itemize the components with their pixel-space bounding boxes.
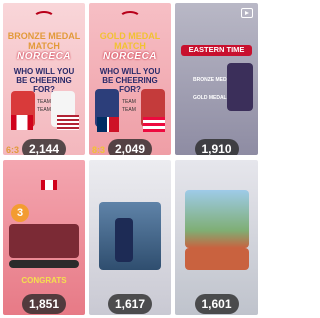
canada-flag bbox=[41, 180, 57, 190]
view-count: 1,851 bbox=[22, 294, 66, 314]
score-bar bbox=[9, 260, 79, 268]
team-label: TEAM bbox=[37, 99, 51, 105]
canada-flag bbox=[11, 115, 33, 130]
post-tile-1[interactable]: BRONZE MEDAL MATCH NORCECA WHO WILL YOU … bbox=[3, 3, 85, 155]
player-image bbox=[115, 218, 133, 262]
view-count: 2,144 bbox=[22, 139, 66, 155]
dominican-flag bbox=[97, 117, 119, 132]
norceca-logo bbox=[33, 11, 55, 25]
post-tile-3[interactable]: EASTERN TIME BRONZE MEDAL MATCH GOLD MED… bbox=[175, 3, 258, 155]
question-text: WHO WILL YOU BE CHEERING FOR? bbox=[13, 67, 75, 94]
view-count: 1,601 bbox=[194, 294, 239, 314]
reel-icon bbox=[241, 8, 253, 18]
view-count: 2,049 bbox=[108, 139, 152, 155]
org-name: NORCECA bbox=[102, 51, 158, 62]
usa-flag bbox=[57, 115, 79, 130]
org-name: NORCECA bbox=[16, 51, 72, 62]
time-label: 8:3 bbox=[92, 145, 106, 155]
team-label: TEAM bbox=[122, 107, 136, 113]
view-count: 1,910 bbox=[194, 139, 239, 155]
post-tile-2[interactable]: GOLD MEDAL MATCH NORCECA WHO WILL YOU BE… bbox=[89, 3, 171, 155]
norceca-logo bbox=[119, 11, 141, 25]
team-photo bbox=[9, 224, 79, 258]
team-label: TEAM bbox=[122, 99, 136, 105]
time-label: 6:3 bbox=[6, 145, 20, 155]
match-title: GOLD MEDAL MATCH bbox=[99, 31, 161, 51]
match-title: BRONZE MEDAL MATCH bbox=[7, 31, 81, 51]
bronze-badge: 3 bbox=[11, 204, 29, 222]
team-label: TEAM bbox=[37, 107, 51, 113]
track-image bbox=[185, 248, 249, 270]
post-tile-5[interactable]: 1,617 bbox=[89, 160, 171, 315]
post-tile-4[interactable]: 3 CONGRATS 1,851 bbox=[3, 160, 85, 315]
eastern-time-header: EASTERN TIME bbox=[181, 45, 252, 56]
player-image bbox=[227, 63, 253, 111]
event-photo bbox=[185, 190, 249, 248]
post-tile-6[interactable]: 1,601 bbox=[175, 160, 258, 315]
congrats-text: CONGRATS bbox=[21, 276, 67, 285]
view-count: 1,617 bbox=[108, 294, 152, 314]
post-grid: BRONZE MEDAL MATCH NORCECA WHO WILL YOU … bbox=[0, 0, 261, 318]
puerto-rico-flag bbox=[143, 117, 165, 132]
